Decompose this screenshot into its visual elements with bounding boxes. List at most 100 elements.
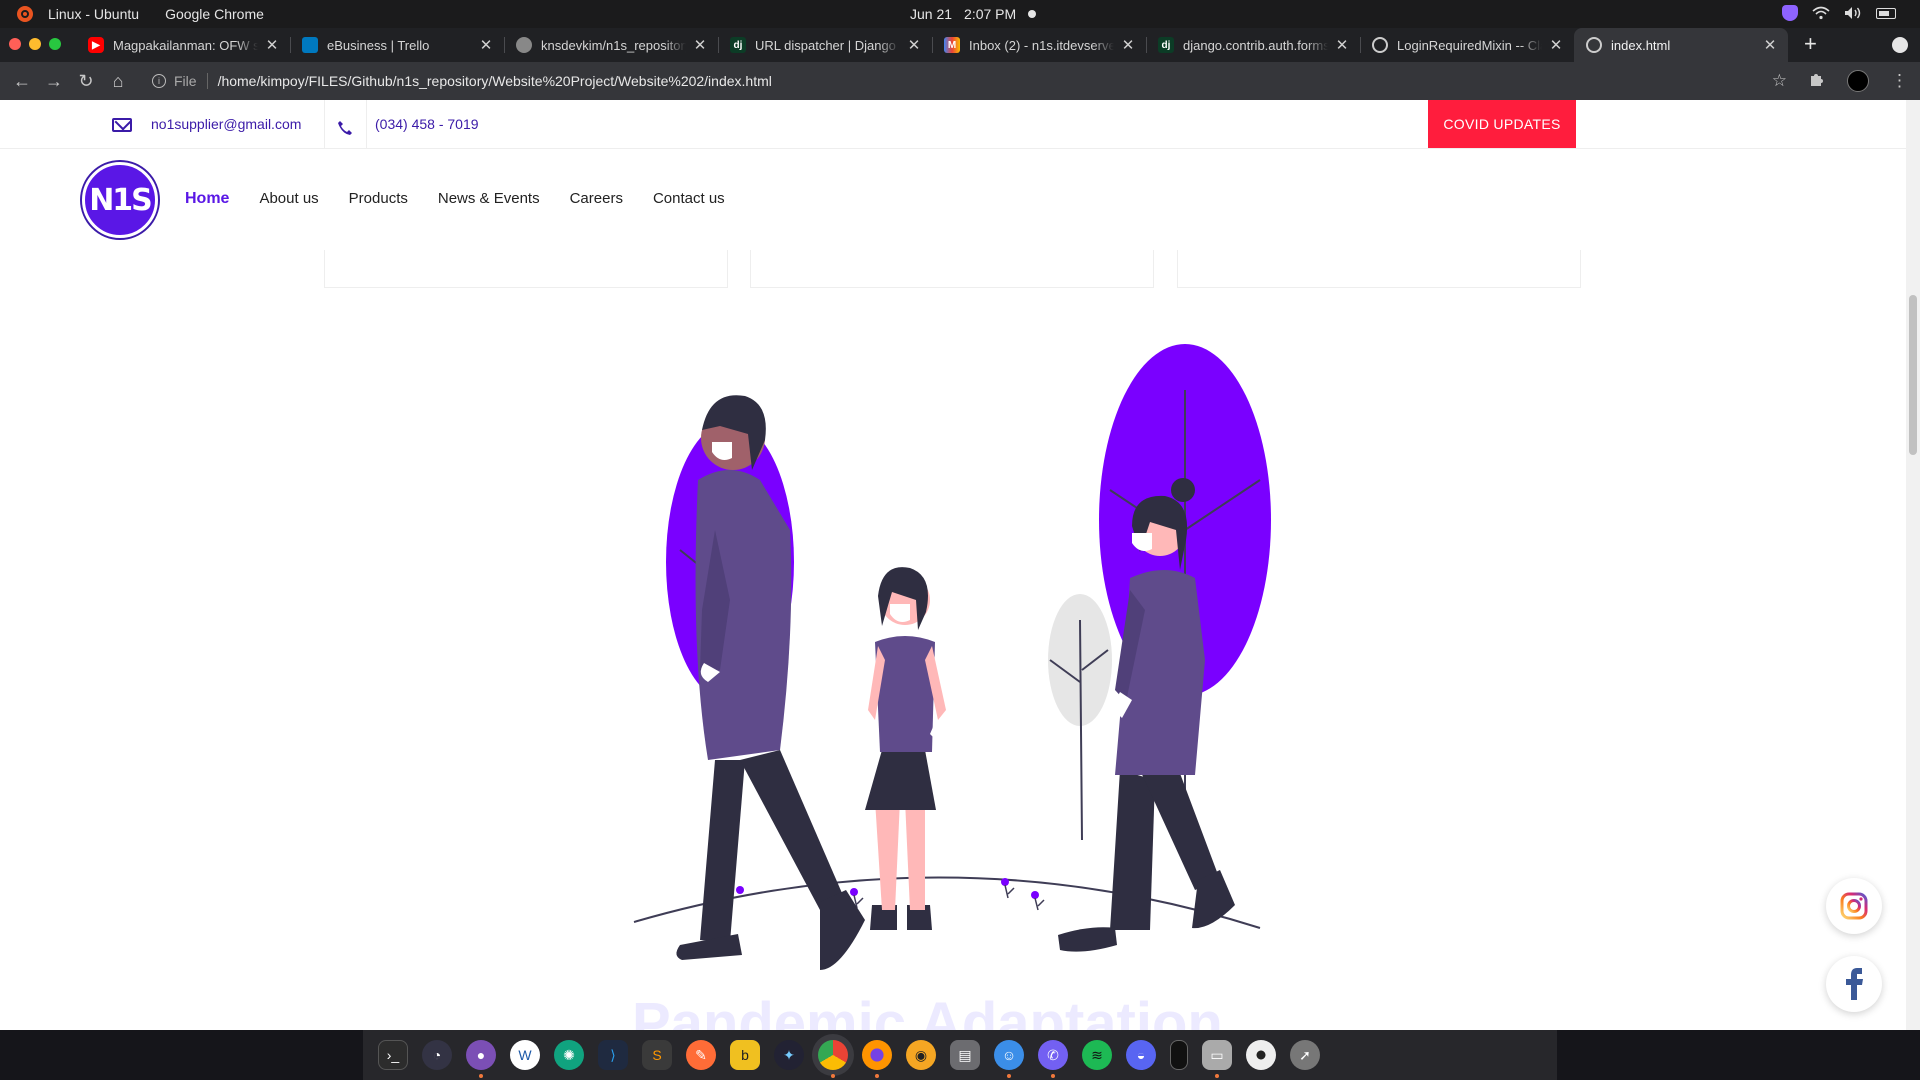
- nav-home[interactable]: Home: [185, 190, 229, 208]
- volume-icon[interactable]: [1844, 5, 1862, 21]
- forward-button[interactable]: →: [38, 71, 70, 92]
- mail-icon: [112, 118, 132, 132]
- system-monitor-icon[interactable]: ◔: [422, 1040, 452, 1070]
- contact-email[interactable]: no1supplier@gmail.com: [151, 116, 301, 132]
- ubuntu-logo-icon[interactable]: [17, 6, 33, 22]
- close-window-button[interactable]: [9, 38, 21, 50]
- browser-tab[interactable]: knsdevkim/n1s_repository ✕: [504, 28, 718, 62]
- new-tab-button[interactable]: +: [1804, 31, 1817, 57]
- nav-careers[interactable]: Careers: [570, 190, 623, 208]
- site-navbar: N1S Home About us Products News & Events…: [0, 150, 1906, 250]
- vlc-icon[interactable]: ◉: [906, 1040, 936, 1070]
- maximize-window-button[interactable]: [49, 38, 61, 50]
- tab-title: eBusiness | Trello: [327, 37, 430, 53]
- django-icon: dj: [730, 37, 746, 53]
- page-scrollbar[interactable]: [1906, 100, 1920, 1030]
- os-label[interactable]: Linux - Ubuntu: [48, 6, 139, 22]
- nav-about-us[interactable]: About us: [259, 190, 318, 208]
- browser-toolbar: ← → ↻ ⌂ i File /home/kimpoy/FILES/Github…: [0, 62, 1920, 100]
- files-icon[interactable]: ▤: [950, 1040, 980, 1070]
- back-button[interactable]: ←: [6, 71, 38, 92]
- close-tab-icon[interactable]: ✕: [478, 36, 494, 54]
- info-card: [324, 250, 728, 288]
- vpn-shield-icon[interactable]: [1782, 5, 1798, 21]
- spotify-icon[interactable]: ≋: [1082, 1040, 1112, 1070]
- section-heading: Pandemic Adaptation: [632, 991, 1223, 1030]
- browser-tab-strip: ▶ Magpakailanman: OFW sla ✕ eBusiness | …: [0, 28, 1920, 62]
- browser-tab[interactable]: ▶ Magpakailanman: OFW sla ✕: [76, 28, 290, 62]
- url-text[interactable]: /home/kimpoy/FILES/Github/n1s_repository…: [218, 73, 772, 89]
- nav-products[interactable]: Products: [349, 190, 408, 208]
- browser-tab-active[interactable]: index.html ✕: [1574, 28, 1788, 62]
- wifi-icon[interactable]: [1812, 5, 1830, 21]
- globe-icon: [1372, 37, 1388, 53]
- extensions-puzzle-icon[interactable]: [1809, 71, 1825, 92]
- browser-tab[interactable]: eBusiness | Trello ✕: [290, 28, 504, 62]
- browser-tab[interactable]: dj django.contrib.auth.forms | ✕: [1146, 28, 1360, 62]
- vscode-icon[interactable]: ⟩: [598, 1040, 628, 1070]
- tab-title: django.contrib.auth.forms |: [1183, 37, 1328, 53]
- site-logo[interactable]: N1S: [82, 162, 158, 238]
- clock-date: Jun 21: [910, 6, 953, 22]
- dvd-icon[interactable]: [1246, 1040, 1276, 1070]
- minimize-window-button[interactable]: [29, 38, 41, 50]
- home-button[interactable]: ⌂: [102, 71, 134, 92]
- finder-icon[interactable]: ☺: [994, 1040, 1024, 1078]
- tab-search-icon[interactable]: [1892, 37, 1908, 53]
- browser-tab[interactable]: dj URL dispatcher | Django do ✕: [718, 28, 932, 62]
- chatgpt-icon[interactable]: ✺: [554, 1040, 584, 1070]
- terminal-icon[interactable]: ›_: [378, 1040, 408, 1070]
- contact-phone[interactable]: (034) 458 - 7019: [375, 116, 479, 132]
- phone-icon[interactable]: [1170, 1040, 1188, 1070]
- close-tab-icon[interactable]: ✕: [1120, 36, 1136, 54]
- chrome-icon[interactable]: [818, 1040, 848, 1078]
- youtube-icon: ▶: [88, 37, 104, 53]
- toolbar-actions: ☆ ⋮: [1772, 70, 1908, 92]
- clock[interactable]: Jun 21 2:07 PM: [910, 6, 1037, 22]
- tab-title: Inbox (2) - n1s.itdevserver@: [969, 37, 1114, 53]
- active-app-label[interactable]: Google Chrome: [165, 6, 264, 22]
- sublime-text-icon[interactable]: S: [642, 1040, 672, 1070]
- brave-icon[interactable]: b: [730, 1040, 760, 1070]
- tab-title: index.html: [1611, 37, 1671, 53]
- url-scheme-label: File: [174, 73, 208, 89]
- system-top-bar: Linux - Ubuntu Google Chrome Jun 21 2:07…: [0, 0, 1920, 28]
- writer-icon[interactable]: W: [510, 1040, 540, 1070]
- disk-icon[interactable]: ▭: [1202, 1040, 1232, 1078]
- close-tab-icon[interactable]: ✕: [1548, 36, 1564, 54]
- launcher-icon[interactable]: ➚: [1290, 1040, 1320, 1070]
- close-tab-icon[interactable]: ✕: [1762, 36, 1778, 54]
- battery-icon[interactable]: [1876, 7, 1896, 19]
- browser-tab[interactable]: M Inbox (2) - n1s.itdevserver@ ✕: [932, 28, 1146, 62]
- instagram-button[interactable]: [1826, 878, 1882, 934]
- profile-avatar[interactable]: [1847, 70, 1869, 92]
- pandemic-people-illustration: [633, 344, 1271, 970]
- nav-news-events[interactable]: News & Events: [438, 190, 540, 208]
- info-card: [1177, 250, 1581, 288]
- close-tab-icon[interactable]: ✕: [264, 36, 280, 54]
- address-bar[interactable]: i File /home/kimpoy/FILES/Github/n1s_rep…: [144, 66, 1764, 96]
- close-tab-icon[interactable]: ✕: [906, 36, 922, 54]
- reload-button[interactable]: ↻: [70, 71, 102, 92]
- viber-icon[interactable]: ✆: [1038, 1040, 1068, 1078]
- site-info-icon[interactable]: i: [152, 74, 166, 88]
- upwork-icon[interactable]: ✦: [774, 1040, 804, 1070]
- page-viewport: no1supplier@gmail.com (034) 458 - 7019 C…: [0, 100, 1906, 1030]
- close-tab-icon[interactable]: ✕: [692, 36, 708, 54]
- close-tab-icon[interactable]: ✕: [1334, 36, 1350, 54]
- menu-kebab-icon[interactable]: ⋮: [1891, 71, 1908, 91]
- nav-contact-us[interactable]: Contact us: [653, 190, 725, 208]
- github-desktop-icon[interactable]: ●: [466, 1040, 496, 1078]
- application-dock: ›_ ◔ ● W ✺ ⟩ S ✎ b ✦ ◉ ▤ ☺ ✆ ≋ ◒ ▭ ➚: [363, 1030, 1557, 1080]
- covid-updates-button[interactable]: COVID UPDATES: [1428, 100, 1576, 148]
- facebook-button[interactable]: [1826, 956, 1882, 1012]
- scrollbar-thumb[interactable]: [1909, 295, 1917, 455]
- bookmark-star-icon[interactable]: ☆: [1772, 71, 1787, 91]
- contact-bar: no1supplier@gmail.com (034) 458 - 7019 C…: [0, 100, 1906, 149]
- firefox-icon[interactable]: [862, 1040, 892, 1078]
- info-card: [750, 250, 1154, 288]
- github-icon: [516, 37, 532, 53]
- browser-tab[interactable]: LoginRequiredMixin -- Cla ✕: [1360, 28, 1574, 62]
- discord-icon[interactable]: ◒: [1126, 1040, 1156, 1070]
- postman-icon[interactable]: ✎: [686, 1040, 716, 1070]
